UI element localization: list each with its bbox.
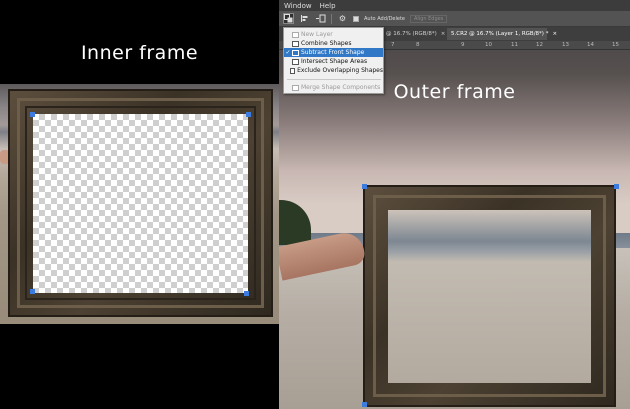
gear-icon[interactable]: ⚙: [337, 13, 348, 24]
merge-shape-components-icon: [292, 84, 299, 91]
document-tab[interactable]: @ 16.7% (RGB/8*) ×: [382, 28, 446, 40]
anchor-point-top-left[interactable]: [362, 184, 367, 189]
auto-add-delete-checkbox[interactable]: [353, 15, 359, 22]
ruler-number: 9: [461, 42, 465, 48]
combine-shapes-icon: [292, 40, 299, 47]
anchor-point-top-right[interactable]: [614, 184, 619, 189]
menu-item-intersect-shape-areas[interactable]: Intersect Shape Areas: [284, 57, 383, 66]
document-tab-active[interactable]: 5.CR2 @ 16.7% (Layer 1, RGB/8*) * ×: [447, 28, 557, 40]
inner-frame-panel: Inner frame: [0, 0, 279, 409]
anchor-point-bottom-right[interactable]: [244, 291, 249, 296]
path-arrangement-icon[interactable]: [315, 13, 326, 24]
frame-window-view: [388, 210, 591, 383]
check-icon: ✓: [285, 49, 291, 56]
path-operations-icon[interactable]: [283, 13, 294, 24]
ruler-number: 12: [536, 42, 543, 48]
anchor-point-top-right[interactable]: [246, 112, 251, 117]
menu-item-new-layer[interactable]: New Layer: [284, 30, 383, 39]
ruler-number: 10: [485, 42, 492, 48]
menu-item-label: Exclude Overlapping Shapes: [297, 67, 383, 74]
bushes: [279, 200, 311, 245]
tab-label: 5.CR2 @ 16.7% (Layer 1, RGB/8*) *: [451, 31, 549, 37]
menu-bar: Window Help: [279, 0, 630, 11]
menu-window[interactable]: Window: [284, 2, 312, 10]
path-operations-menu: New Layer Combine Shapes ✓ Subtract Fron…: [283, 27, 384, 94]
anchor-point-bottom-left[interactable]: [362, 402, 367, 407]
ruler-number: 8: [416, 42, 420, 48]
ruler-number: 7: [391, 42, 395, 48]
anchor-point-top-left[interactable]: [30, 112, 35, 117]
menu-item-combine-shapes[interactable]: Combine Shapes: [284, 39, 383, 48]
ruler-number: 13: [562, 42, 569, 48]
subtract-front-shape-icon: [292, 49, 299, 56]
menu-item-label: Subtract Front Shape: [301, 49, 365, 56]
exclude-overlapping-shapes-icon: [289, 67, 296, 74]
menu-help[interactable]: Help: [320, 2, 336, 10]
menu-item-label: Merge Shape Components: [301, 84, 381, 91]
ruler-number: 14: [587, 42, 594, 48]
menu-item-label: Combine Shapes: [301, 40, 352, 47]
transparent-area: [33, 114, 248, 293]
menu-item-exclude-overlapping-shapes[interactable]: Exclude Overlapping Shapes: [284, 66, 383, 75]
separator: [331, 13, 332, 24]
picture-frame: [363, 185, 616, 407]
anchor-point-bottom-left[interactable]: [30, 289, 35, 294]
auto-add-delete-label: Auto Add/Delete: [364, 15, 405, 22]
tab-label: @ 16.7% (RGB/8*): [386, 31, 437, 37]
menu-item-label: New Layer: [301, 31, 333, 38]
close-icon[interactable]: ×: [552, 31, 557, 37]
menu-separator: [287, 79, 381, 80]
new-layer-icon: [292, 31, 299, 38]
intersect-shape-areas-icon: [292, 58, 299, 65]
path-alignment-icon[interactable]: [299, 13, 310, 24]
menu-item-merge-shape-components[interactable]: Merge Shape Components: [284, 83, 383, 92]
inner-frame-title: Inner frame: [80, 42, 199, 64]
menu-item-label: Intersect Shape Areas: [301, 58, 368, 65]
menu-item-subtract-front-shape[interactable]: ✓ Subtract Front Shape: [284, 48, 383, 57]
align-edges-button[interactable]: Align Edges: [410, 14, 448, 23]
close-icon[interactable]: ×: [441, 31, 446, 37]
ruler-number: 11: [511, 42, 518, 48]
ruler-number: 15: [612, 42, 619, 48]
options-bar: ⚙ Auto Add/Delete Align Edges: [279, 11, 630, 27]
